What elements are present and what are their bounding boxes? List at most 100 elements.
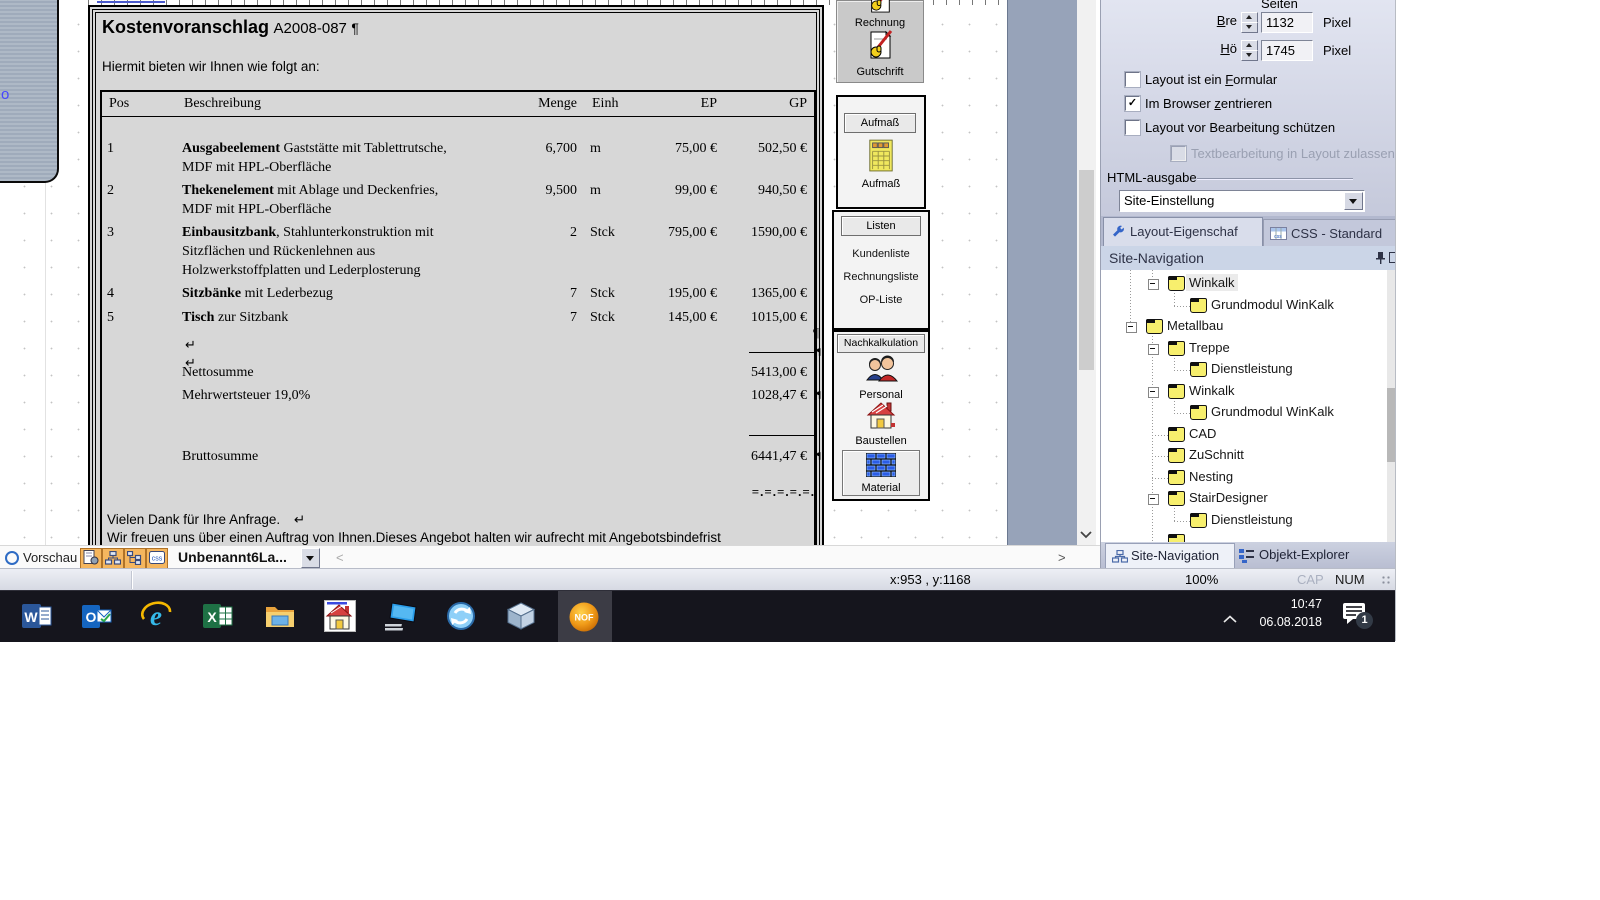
height-stepper[interactable] [1241,40,1258,61]
tree-expander[interactable] [1148,387,1159,398]
tree-item-winkalk[interactable]: Winkalk [1186,274,1238,291]
tree-expander[interactable] [1148,344,1159,355]
vorschau-label: Vorschau [23,550,77,565]
personal-button[interactable]: Personal [834,354,928,400]
page-icon [1190,362,1207,377]
panel-bottom-tab-bar: Site-Navigation Objekt-Explorer [1101,542,1396,568]
html-output-dropdown[interactable]: Site-Einstellung [1119,190,1365,212]
seiten-group-label: Seiten [1261,0,1298,11]
tree-expander[interactable] [1126,322,1137,333]
aufmass-panel-header[interactable]: Aufmaß [844,113,916,133]
tree-item-dienstleistung[interactable]: Dienstleistung [1208,360,1296,377]
tab-site-navigation[interactable]: Site-Navigation [1105,543,1235,568]
stepper-down-icon[interactable] [1246,25,1252,29]
dropdown-value: Site-Einstellung [1124,193,1214,208]
tree-item-treppe[interactable]: Treppe [1186,339,1233,356]
op-liste-button[interactable]: OP-Liste [834,294,928,306]
gutschrift-icon [865,29,895,66]
virtualbox-icon[interactable] [505,600,537,632]
rechnung-icon [866,0,894,18]
formular-checkbox[interactable] [1125,72,1140,87]
stepper-up-icon[interactable] [1246,43,1252,47]
pilcrow-small: ¶ [817,390,821,400]
canvas-object-partial[interactable]: o [0,0,59,183]
svg-text:X: X [207,609,217,625]
pilcrow-small: ¶ [817,451,821,461]
stepper-up-icon[interactable] [1246,15,1252,19]
excel-icon[interactable]: X [202,600,234,632]
svg-text:e: e [150,601,162,631]
aufmass-button[interactable]: Aufmaß [838,139,924,201]
tree-item-winkalk[interactable]: Winkalk [1186,382,1238,399]
tree-item-grundmodul-winkalk[interactable]: Grundmodul WinKalk [1208,403,1337,420]
tree-item-cad[interactable]: CAD [1186,425,1219,442]
tree-item-stairdesigner[interactable]: StairDesigner [1186,489,1271,506]
aufmass-label: Aufmaß [838,178,924,190]
col-header-einh: Einh [592,96,618,112]
layout-schuetzen-label: Layout vor Bearbeitung schützen [1145,120,1335,135]
col-header-menge: Menge [538,96,577,112]
kundenliste-button[interactable]: Kundenliste [834,248,928,260]
notification-icon[interactable]: 1 [1342,602,1368,631]
word-icon[interactable]: W [21,600,53,632]
material-label: Material [843,482,919,494]
dropdown-arrow-button[interactable] [1344,192,1363,210]
tree-expander[interactable] [1148,279,1159,290]
width-stepper[interactable] [1241,12,1258,33]
css-icon: css [1270,227,1287,245]
preview-bar: Vorschau css Unbenannt6La... < > [0,545,1100,569]
site-tree-button[interactable] [124,548,146,569]
tab-css-standard[interactable]: css CSS - Standard [1263,219,1396,247]
pin-icon[interactable] [1375,251,1386,270]
rechnungsliste-button[interactable]: Rechnungsliste [834,271,928,283]
page-icon [1190,405,1207,420]
table-header-rule [102,116,814,117]
tree-item-zuschnitt[interactable]: ZuSchnitt [1186,446,1247,463]
kalkulation-app-icon[interactable] [324,600,356,632]
chevron-down-icon [306,556,314,561]
doc-number: A2008-087 [274,20,347,37]
internet-explorer-icon[interactable]: e [141,600,173,632]
baustellen-button[interactable]: Baustellen [834,400,928,448]
scrollbar-thumb[interactable] [1079,170,1094,370]
tree-item-dienstleistung[interactable]: Dienstleistung [1208,511,1296,528]
file-explorer-icon[interactable] [264,600,296,632]
doc-title-line: Kostenvoranschlag A2008-087 ¶ [102,17,359,38]
totals-rule [749,352,815,353]
textbearbeitung-checkbox [1171,146,1186,161]
material-button[interactable]: Material [842,450,920,496]
tree-item-nesting[interactable]: Nesting [1186,468,1236,485]
tab-scroll-right[interactable]: > [1058,550,1066,565]
taskbar-clock[interactable]: 10:47 06.08.2018 [1230,595,1322,631]
height-field[interactable]: 1745 [1261,40,1313,61]
canvas-vertical-scrollbar[interactable] [1077,0,1096,545]
resize-grip[interactable] [1381,575,1391,585]
tab-objekt-explorer[interactable]: Objekt-Explorer [1235,545,1371,568]
site-structure-button[interactable] [102,548,124,569]
page-dropdown-button[interactable] [301,548,320,568]
site-navigation-tree[interactable]: Winkalk Grundmodul WinKalk Metallbau Tre… [1101,270,1396,542]
outlook-icon[interactable]: O [81,600,113,632]
remote-desktop-icon[interactable] [385,600,417,632]
tree-item-metallbau[interactable]: Metallbau [1164,317,1226,334]
page-preview-button[interactable] [80,548,102,569]
tab-layout-eigenschaften[interactable]: Layout-Eigenschaf [1103,217,1263,247]
tree-expander[interactable] [1148,494,1159,505]
workspace-backdrop [1007,0,1078,545]
nachkalkulation-panel-header[interactable]: Nachkalkulation [837,334,925,353]
css-view-button[interactable]: css [146,548,168,569]
layout-schuetzen-checkbox[interactable] [1125,120,1140,135]
listen-panel-header[interactable]: Listen [841,216,921,236]
document-page[interactable]: Kostenvoranschlag A2008-087 ¶ Hiermit bi… [88,5,824,545]
netobjects-fusion-icon[interactable]: NOF [567,600,599,632]
scroll-down-button[interactable] [1077,524,1096,545]
gutschrift-button[interactable]: Gutschrift [837,28,923,80]
browser-zentrieren-checkbox[interactable]: ✓ [1125,96,1140,111]
rechnung-button[interactable]: Rechnung [837,0,923,27]
tree-item-grundmodul-winkalk[interactable]: Grundmodul WinKalk [1208,296,1337,313]
width-field[interactable]: 1132 [1261,12,1313,33]
stepper-down-icon[interactable] [1246,53,1252,57]
current-page-name[interactable]: Unbenannt6La... [178,549,287,565]
tab-scroll-left[interactable]: < [336,550,344,565]
sync-icon[interactable] [445,600,477,632]
